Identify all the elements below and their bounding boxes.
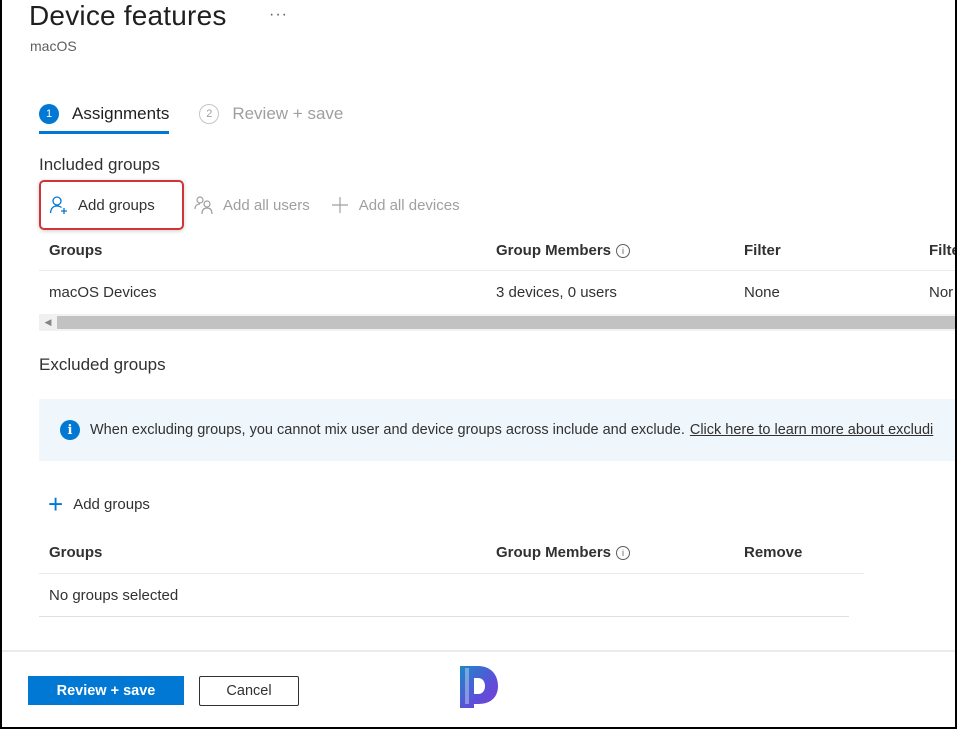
cell-filter-mode: Nor bbox=[929, 283, 954, 301]
column-header-remove[interactable]: Remove bbox=[734, 544, 864, 561]
empty-row: No groups selected bbox=[39, 574, 849, 617]
column-header-group-members[interactable]: Group Members i bbox=[486, 544, 734, 561]
cancel-button[interactable]: Cancel bbox=[199, 676, 299, 706]
exclusion-info-banner: i When excluding groups, you cannot mix … bbox=[39, 399, 955, 461]
info-icon[interactable]: i bbox=[616, 546, 631, 561]
info-icon[interactable]: i bbox=[616, 243, 631, 258]
people-icon bbox=[194, 195, 214, 215]
scrollbar-thumb[interactable] bbox=[57, 316, 955, 329]
excluded-groups-table: Groups Group Members i Remove No groups s… bbox=[39, 532, 864, 617]
no-groups-text: No groups selected bbox=[49, 586, 179, 604]
column-header-label: Group Members bbox=[496, 241, 612, 259]
wizard-steps: 1 Assignments 2 Review + save bbox=[39, 104, 373, 134]
step-review-save[interactable]: 2 Review + save bbox=[199, 104, 343, 134]
step-assignments[interactable]: 1 Assignments bbox=[39, 104, 170, 134]
cell-group-members: 3 devices, 0 users bbox=[496, 283, 617, 301]
add-groups-label: Add groups bbox=[78, 196, 155, 214]
review-save-button[interactable]: Review + save bbox=[28, 676, 184, 705]
table-row[interactable]: macOS Devices 3 devices, 0 users None No… bbox=[39, 271, 955, 313]
cell-filter: None bbox=[744, 283, 780, 301]
included-groups-table: Groups Group Members i Filter Filte macOS… bbox=[39, 230, 955, 313]
add-groups-label: Add groups bbox=[73, 495, 150, 513]
add-all-devices-label: Add all devices bbox=[358, 196, 460, 214]
included-command-bar: Add groups Add all users Add all devices bbox=[39, 180, 470, 230]
cell-group-name: macOS Devices bbox=[49, 283, 157, 301]
more-options-button[interactable]: ··· bbox=[269, 6, 288, 24]
table-header-row: Groups Group Members i Filter Filte bbox=[39, 230, 955, 271]
add-person-icon bbox=[49, 195, 69, 215]
step-number-badge: 2 bbox=[199, 104, 220, 124]
info-icon: i bbox=[60, 420, 80, 440]
column-header-filter[interactable]: Filter bbox=[734, 242, 919, 259]
step-label: Review + save bbox=[232, 104, 344, 123]
page-subtitle: macOS bbox=[30, 38, 77, 54]
add-all-devices-button[interactable]: Add all devices bbox=[320, 180, 470, 230]
column-header-groups[interactable]: Groups bbox=[39, 242, 486, 259]
excluded-add-groups-button[interactable]: + Add groups bbox=[48, 489, 150, 519]
scroll-left-arrow-icon[interactable]: ◀ bbox=[39, 314, 57, 331]
info-message: When excluding groups, you cannot mix us… bbox=[90, 422, 685, 438]
column-header-filter-mode[interactable]: Filte bbox=[919, 242, 955, 259]
step-number-badge: 1 bbox=[39, 104, 59, 124]
column-header-groups[interactable]: Groups bbox=[39, 544, 486, 561]
learn-more-link[interactable]: Click here to learn more about excludi bbox=[690, 422, 933, 438]
watermark-logo-icon bbox=[456, 662, 500, 710]
table-header-row: Groups Group Members i Remove bbox=[39, 532, 864, 574]
footer-divider bbox=[2, 650, 955, 652]
excluded-groups-heading: Excluded groups bbox=[39, 355, 166, 374]
add-all-users-button[interactable]: Add all users bbox=[184, 180, 320, 230]
plus-icon bbox=[330, 195, 350, 215]
add-groups-button[interactable]: Add groups bbox=[39, 180, 184, 230]
column-header-label: Group Members bbox=[496, 544, 612, 561]
column-header-group-members[interactable]: Group Members i bbox=[486, 242, 734, 259]
page-title: Device features bbox=[29, 0, 227, 31]
step-label: Assignments bbox=[72, 104, 170, 123]
horizontal-scrollbar[interactable]: ◀ bbox=[39, 314, 955, 331]
add-all-users-label: Add all users bbox=[223, 196, 310, 214]
included-groups-heading: Included groups bbox=[39, 155, 160, 174]
plus-icon: + bbox=[48, 489, 64, 519]
device-features-blade: Device features ··· macOS 1 Assignments … bbox=[2, 0, 955, 727]
